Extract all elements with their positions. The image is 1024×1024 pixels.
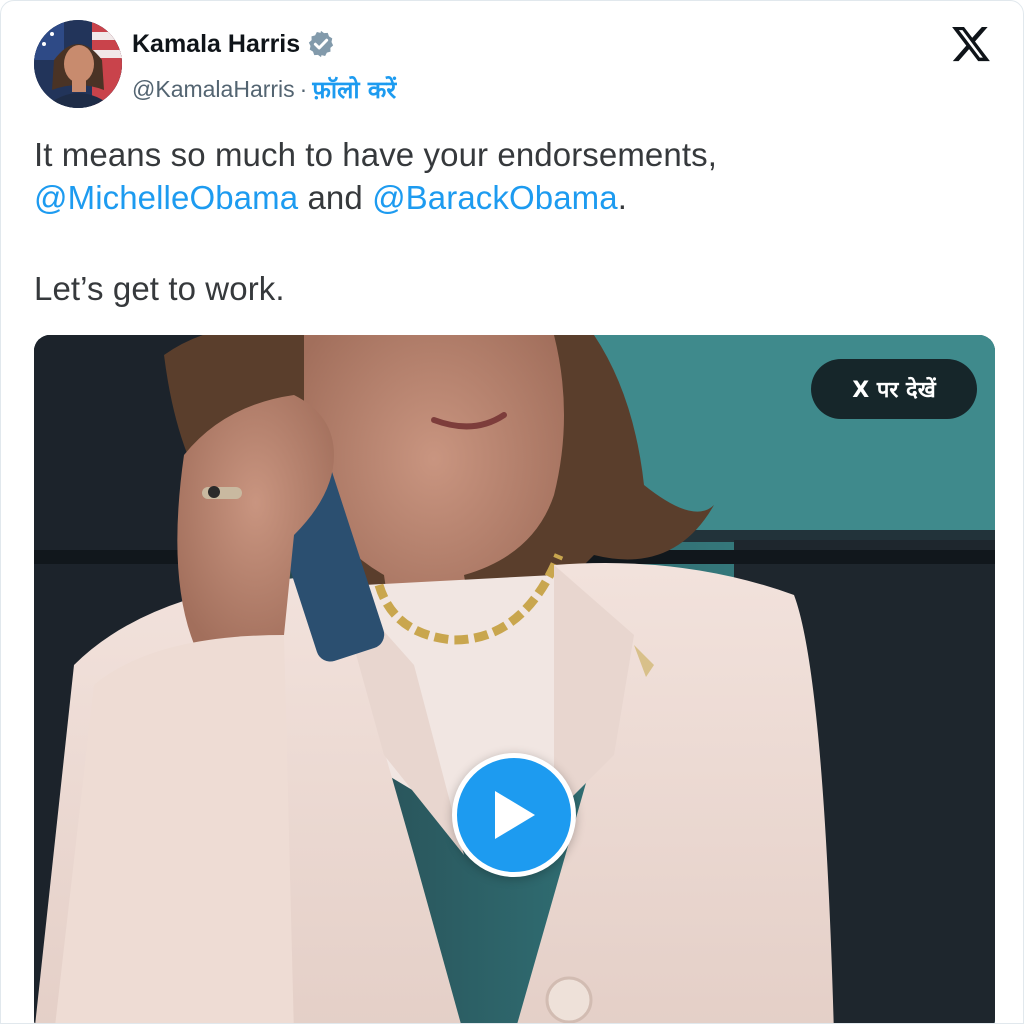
view-on-x-button[interactable]: X पर देखें bbox=[811, 359, 977, 419]
tweet-connector: and bbox=[298, 179, 373, 216]
mention-michelle-obama[interactable]: @MichelleObama bbox=[34, 179, 298, 216]
author-name[interactable]: Kamala Harris bbox=[132, 30, 300, 59]
play-button[interactable] bbox=[452, 753, 576, 877]
tweet-text-line-2: @MichelleObama and @BarackObama. bbox=[34, 176, 994, 219]
author-handle[interactable]: @KamalaHarris bbox=[132, 76, 295, 103]
author-avatar[interactable] bbox=[34, 20, 122, 108]
avatar-image bbox=[34, 20, 122, 108]
tweet-text-line-3: Let’s get to work. bbox=[34, 270, 285, 307]
verified-badge-icon bbox=[306, 29, 336, 59]
tweet-text: It means so much to have your endorsemen… bbox=[34, 133, 994, 310]
video-media[interactable]: X पर देखें bbox=[34, 335, 995, 1023]
author-handle-row: @KamalaHarris · फ़ॉलो करें bbox=[132, 73, 396, 106]
author-name-row: Kamala Harris bbox=[132, 29, 336, 59]
x-logo-icon[interactable] bbox=[949, 23, 993, 65]
handle-separator: · bbox=[299, 76, 308, 102]
tweet-embed-card: Kamala Harris @KamalaHarris · फ़ॉलो करें… bbox=[0, 0, 1024, 1024]
follow-button[interactable]: फ़ॉलो करें bbox=[312, 73, 396, 106]
video-thumbnail bbox=[34, 335, 995, 1023]
tweet-period: . bbox=[617, 179, 627, 216]
mention-barack-obama[interactable]: @BarackObama bbox=[372, 179, 618, 216]
tweet-text-line-1: It means so much to have your endorsemen… bbox=[34, 136, 717, 173]
play-icon bbox=[495, 791, 535, 839]
